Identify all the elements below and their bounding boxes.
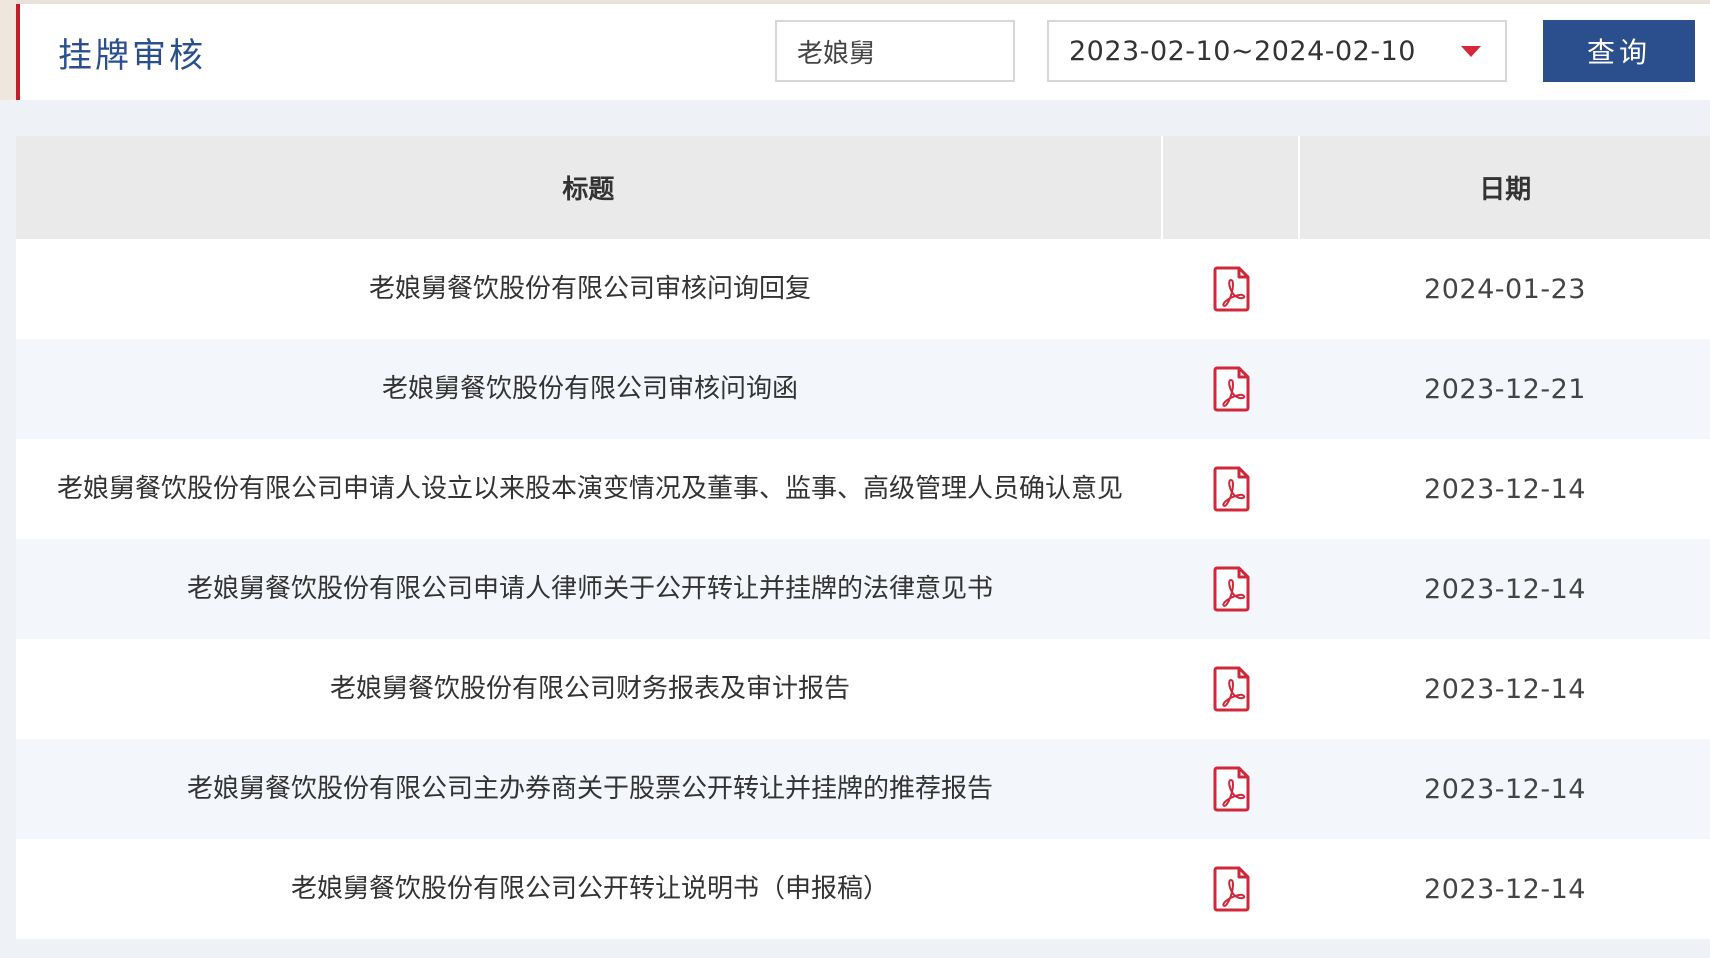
table-header: 标题 日期 [16,136,1710,239]
table-row: 老娘舅餐饮股份有限公司公开转让说明书（申报稿） 2023-12-14 [16,839,1710,939]
caret-down-icon [1461,46,1481,57]
table-row: 老娘舅餐饮股份有限公司申请人律师关于公开转让并挂牌的法律意见书 2023-12-1… [16,539,1710,639]
pdf-icon[interactable] [1212,765,1252,813]
row-file-cell [1164,339,1300,439]
date-range-select[interactable]: 2023-02-10~2024-02-10 [1047,20,1507,82]
row-title-link[interactable]: 老娘舅餐饮股份有限公司主办券商关于股票公开转让并挂牌的推荐报告 [16,739,1164,839]
left-decor-edge [0,0,16,100]
row-date: 2023-12-14 [1424,573,1586,605]
pdf-icon[interactable] [1212,565,1252,613]
announcement-table: 标题 日期 老娘舅餐饮股份有限公司审核问询回复 2024-01-23 老娘舅餐饮股份… [16,136,1710,939]
row-title-link[interactable]: 老娘舅餐饮股份有限公司财务报表及审计报告 [16,639,1164,739]
row-date: 2023-12-14 [1424,873,1586,905]
row-title-link[interactable]: 老娘舅餐饮股份有限公司审核问询函 [16,339,1164,439]
pdf-icon[interactable] [1212,265,1252,313]
row-title-link[interactable]: 老娘舅餐饮股份有限公司公开转让说明书（申报稿） [16,839,1164,939]
row-date: 2023-12-21 [1424,373,1586,405]
pdf-icon[interactable] [1212,865,1252,913]
pdf-icon[interactable] [1212,665,1252,713]
date-range-value: 2023-02-10~2024-02-10 [1069,36,1416,67]
row-file-cell [1164,539,1300,639]
row-title-link[interactable]: 老娘舅餐饮股份有限公司申请人律师关于公开转让并挂牌的法律意见书 [16,539,1164,639]
page-title: 挂牌审核 [58,36,206,76]
table-row: 老娘舅餐饮股份有限公司申请人设立以来股本演变情况及董事、监事、高级管理人员确认意… [16,439,1710,539]
table-row: 老娘舅餐饮股份有限公司审核问询函 2023-12-21 [16,339,1710,439]
column-header-file [1163,136,1301,239]
row-date: 2023-12-14 [1424,773,1586,805]
keyword-search-input[interactable] [775,20,1015,82]
table-row: 老娘舅餐饮股份有限公司审核问询回复 2024-01-23 [16,239,1710,339]
row-date: 2024-01-23 [1424,273,1586,305]
row-title-link[interactable]: 老娘舅餐饮股份有限公司申请人设立以来股本演变情况及董事、监事、高级管理人员确认意… [16,439,1164,539]
row-date: 2023-12-14 [1424,473,1586,505]
row-file-cell [1164,739,1300,839]
row-file-cell [1164,839,1300,939]
pdf-icon[interactable] [1212,465,1252,513]
row-file-cell [1164,239,1300,339]
column-header-title: 标题 [16,136,1163,239]
pdf-icon[interactable] [1212,365,1252,413]
row-file-cell [1164,639,1300,739]
table-body: 老娘舅餐饮股份有限公司审核问询回复 2024-01-23 老娘舅餐饮股份有限公司审核… [16,239,1710,939]
row-file-cell [1164,439,1300,539]
row-title-link[interactable]: 老娘舅餐饮股份有限公司审核问询回复 [16,239,1164,339]
table-row: 老娘舅餐饮股份有限公司财务报表及审计报告 2023-12-14 [16,639,1710,739]
query-button[interactable]: 查询 [1543,20,1695,82]
row-date: 2023-12-14 [1424,673,1586,705]
table-row: 老娘舅餐饮股份有限公司主办券商关于股票公开转让并挂牌的推荐报告 2023-12-1… [16,739,1710,839]
page-header: 挂牌审核 2023-02-10~2024-02-10 查询 [16,4,1710,100]
column-header-date: 日期 [1479,175,1532,205]
